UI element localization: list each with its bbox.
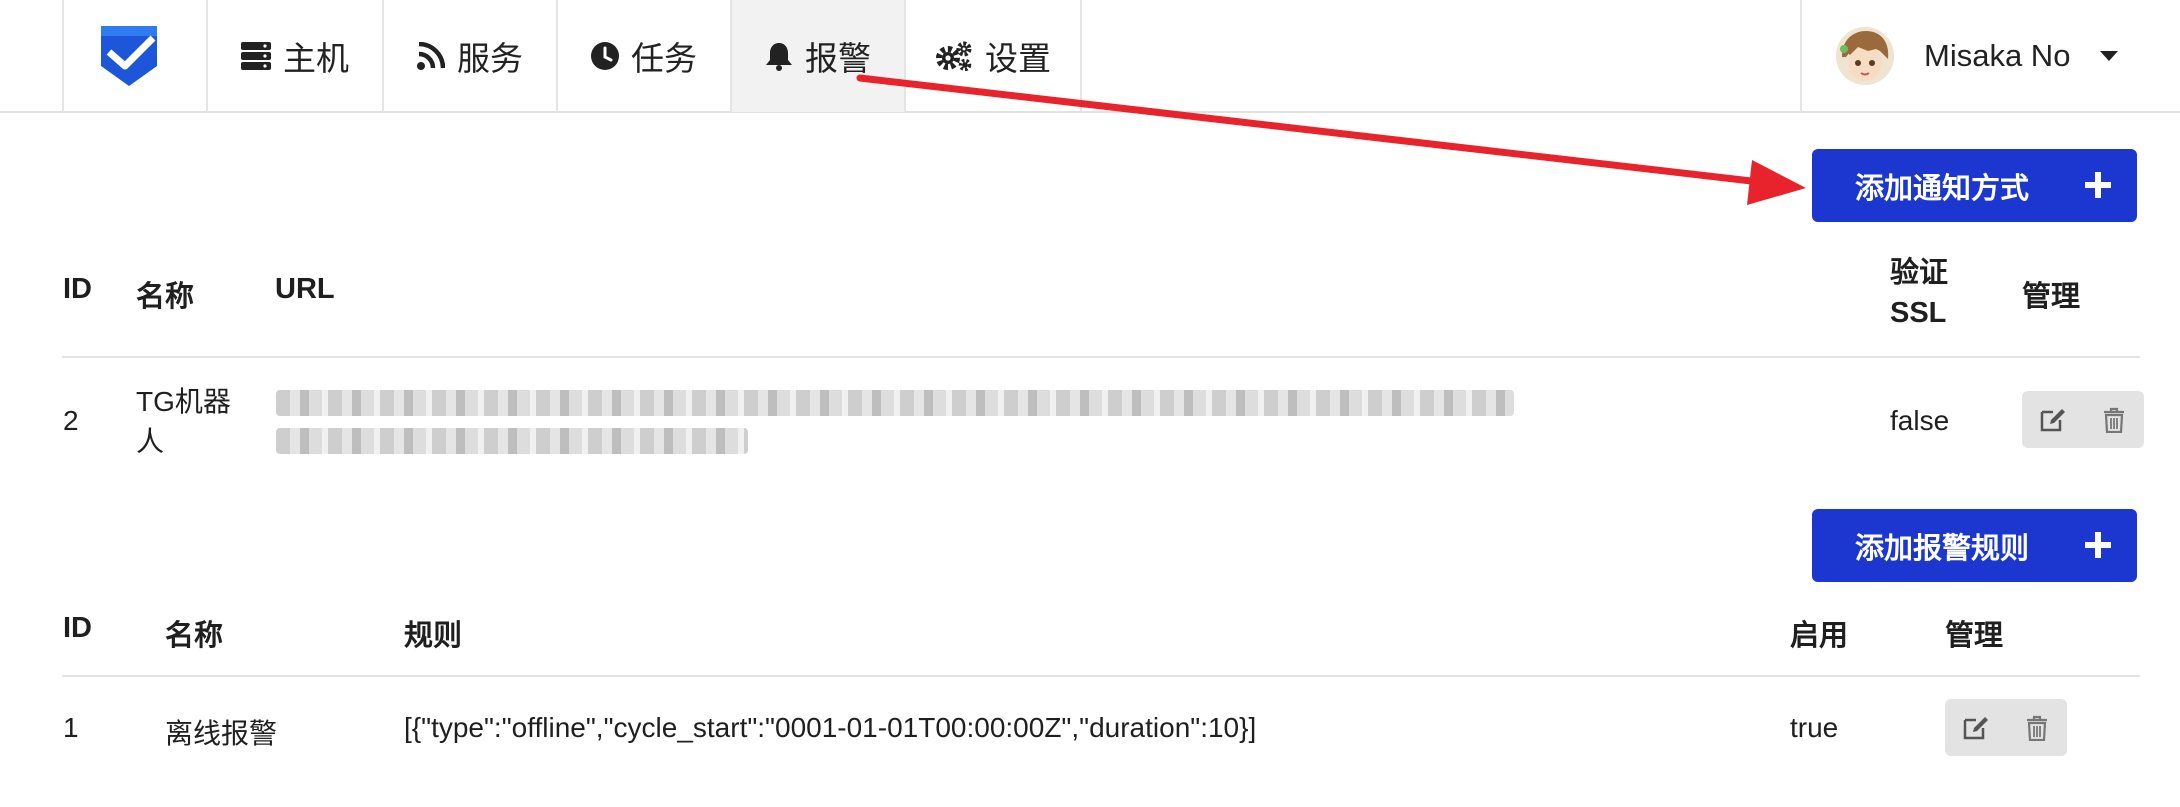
row-actions <box>1945 699 2067 756</box>
plus-icon <box>2085 172 2111 198</box>
column-header-enabled: 启用 <box>1790 620 1849 652</box>
nav-tab-label: 报警 <box>805 40 871 77</box>
column-header-id: ID <box>63 273 92 305</box>
column-header-name: 名称 <box>136 281 195 313</box>
nav-tab-alerts[interactable]: 报警 <box>732 0 906 112</box>
column-header-rule: 规则 <box>404 620 463 652</box>
nav-tab-tasks[interactable]: 任务 <box>558 0 732 112</box>
nav-tab-label: 主机 <box>283 40 349 77</box>
column-header-manage: 管理 <box>1945 620 2004 652</box>
row-name: 离线报警 <box>165 718 278 749</box>
table-divider <box>62 356 2140 358</box>
column-header-id: ID <box>63 612 92 644</box>
add-alert-rule-label: 添加报警规则 <box>1855 532 2030 565</box>
trash-icon <box>2026 715 2047 741</box>
edit-button[interactable] <box>1945 699 2006 756</box>
top-navbar: 主机 服务 任务 报警 设置 Misaka No <box>0 0 2180 113</box>
column-header-url: URL <box>275 273 335 305</box>
user-name: Misaka No <box>1924 38 2071 73</box>
delete-button[interactable] <box>2006 699 2067 756</box>
nav-tab-label: 设置 <box>985 40 1051 77</box>
user-menu[interactable]: Misaka No <box>1800 0 2180 112</box>
row-id: 1 <box>63 712 79 743</box>
nav-tab-settings[interactable]: 设置 <box>906 0 1082 112</box>
bell-icon <box>766 43 792 71</box>
row-name: TG机器人 <box>136 386 231 457</box>
add-alert-rule-button[interactable]: 添加报警规则 <box>1812 509 2137 582</box>
column-header-name: 名称 <box>165 620 224 652</box>
row-id: 2 <box>63 405 79 436</box>
gears-icon <box>936 41 972 71</box>
logo[interactable] <box>62 0 208 112</box>
table-divider <box>62 675 2140 677</box>
edit-button[interactable] <box>2022 391 2083 448</box>
row-actions <box>2022 391 2144 448</box>
add-notification-button[interactable]: 添加通知方式 <box>1812 149 2137 222</box>
rss-icon <box>417 42 445 70</box>
edit-icon <box>2040 408 2065 431</box>
add-notification-label: 添加通知方式 <box>1855 172 2030 205</box>
nav-tab-services[interactable]: 服务 <box>384 0 558 112</box>
server-icon <box>241 42 271 70</box>
column-header-manage: 管理 <box>2022 281 2081 313</box>
plus-icon <box>2085 532 2111 558</box>
avatar <box>1836 27 1894 85</box>
delete-button[interactable] <box>2083 391 2144 448</box>
edit-icon <box>1963 716 1988 739</box>
row-rule: [{"type":"offline","cycle_start":"0001-0… <box>404 712 1257 743</box>
row-enabled: true <box>1790 712 1839 743</box>
clock-icon <box>591 42 619 70</box>
nav-tab-hosts[interactable]: 主机 <box>208 0 384 112</box>
nav-tab-label: 服务 <box>457 40 523 77</box>
checkmark-shield-logo-icon <box>101 26 157 86</box>
column-header-verify-ssl: 验证 SSL <box>1890 257 1949 329</box>
row-verify-ssl: false <box>1890 405 1950 436</box>
trash-icon <box>2103 407 2124 433</box>
caret-down-icon <box>2100 51 2119 61</box>
nav-tab-label: 任务 <box>631 40 697 77</box>
